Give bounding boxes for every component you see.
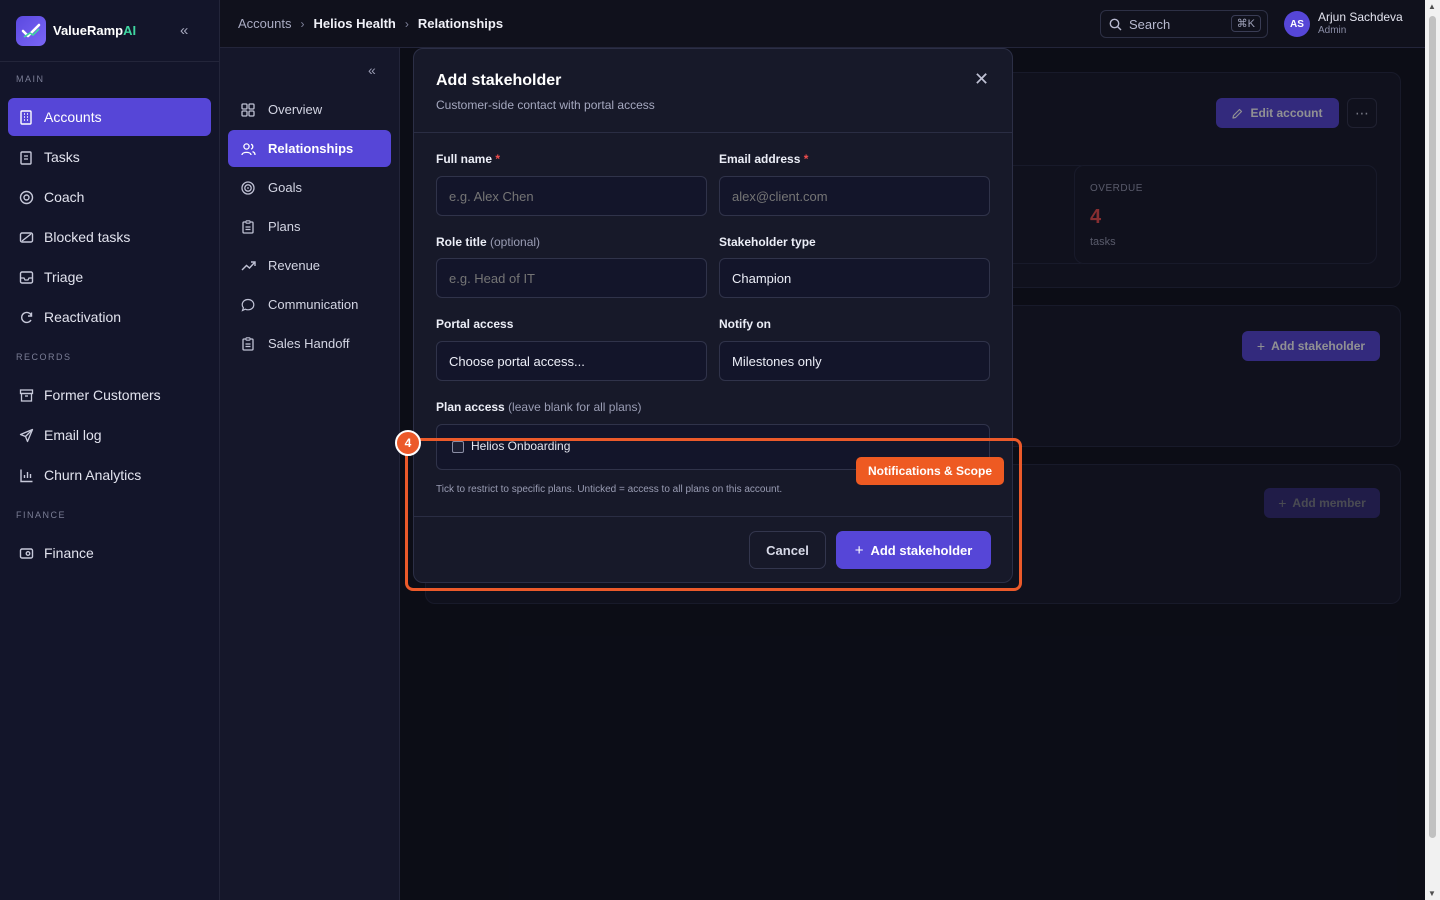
collapse-subnav-icon[interactable]: « [368,62,376,78]
scroll-up-icon[interactable]: ▲ [1428,2,1436,11]
stakeholder-type-select[interactable]: Champion [719,258,990,298]
building-icon [18,109,34,125]
target-icon [18,189,34,205]
sidebar-item-label: Accounts [44,109,102,125]
full-name-label: Full name * [436,152,501,166]
sidebar-item-label: Email log [44,427,102,443]
search-label: Search [1129,16,1171,32]
breadcrumb-accounts[interactable]: Accounts [238,16,291,31]
collapse-sidebar-icon[interactable]: « [180,22,188,39]
ban-icon [18,229,34,245]
clipboard-icon [240,336,256,352]
avatar[interactable]: AS [1284,11,1310,37]
tab-label: Communication [268,297,359,312]
sidebar-item-label: Churn Analytics [44,467,142,483]
portal-access-select[interactable]: Choose portal access... [436,341,707,381]
tab-revenue[interactable]: Revenue [228,247,391,284]
search-input[interactable]: Search ⌘K [1100,10,1268,38]
target-icon [240,180,256,196]
notify-on-label: Notify on [719,317,771,331]
breadcrumb-account[interactable]: Helios Health [313,16,395,31]
role-title-label: Role title (optional) [436,235,541,249]
tab-label: Goals [268,180,302,195]
sidebar-item-blocked-tasks[interactable]: Blocked tasks [8,218,211,256]
tab-overview[interactable]: Overview [228,91,391,128]
archive-icon [18,387,34,403]
tab-label: Relationships [268,141,354,156]
sidebar-item-finance[interactable]: Finance [8,534,211,572]
wallet-icon [18,545,34,561]
close-icon[interactable]: ✕ [974,69,989,90]
sidebar-item-email-log[interactable]: Email log [8,416,211,454]
tab-label: Revenue [268,258,321,273]
sidebar-item-label: Tasks [44,149,80,165]
modal-title: Add stakeholder [436,72,562,89]
clipboard-icon [18,149,34,165]
step-tag: Notifications & Scope [856,457,1004,485]
sidebar-item-coach[interactable]: Coach [8,178,211,216]
chevron-right-icon: › [404,16,409,31]
tab-communication[interactable]: Communication [228,286,391,323]
tab-label: Plans [268,219,301,234]
chevron-right-icon: › [300,16,305,31]
tab-label: Overview [268,102,323,117]
sidebar-item-label: Triage [44,269,84,285]
trending-up-icon [240,258,256,274]
users-icon [240,141,256,157]
account-subnav: « Overview Relationships Goals Plans Rev… [220,48,400,900]
inbox-icon [18,269,34,285]
topbar: Accounts › Helios Health › Relationships… [220,0,1425,48]
section-label-records: RECORDS [16,352,72,362]
grid-icon [240,102,256,118]
sidebar-item-label: Blocked tasks [44,229,131,245]
logo-icon [16,15,46,46]
send-icon [18,427,34,443]
sidebar-item-churn-analytics[interactable]: Churn Analytics [8,456,211,494]
modal-divider [414,132,1012,133]
tab-sales-handoff[interactable]: Sales Handoff [228,325,391,362]
tab-label: Sales Handoff [268,336,350,351]
breadcrumb-current: Relationships [417,16,504,31]
portal-access-label: Portal access [436,317,514,331]
sidebar-item-accounts[interactable]: Accounts [8,98,211,136]
tab-relationships[interactable]: Relationships [228,130,391,167]
sidebar-item-reactivation[interactable]: Reactivation [8,298,211,336]
full-name-field[interactable] [436,176,707,216]
sidebar-item-triage[interactable]: Triage [8,258,211,296]
sidebar-item-label: Former Customers [44,387,161,403]
scroll-down-icon[interactable]: ▼ [1428,889,1436,898]
tab-plans[interactable]: Plans [228,208,391,245]
email-field[interactable] [719,176,990,216]
main-sidebar: ValueRampAI « MAIN Accounts Tasks Coach … [0,0,220,900]
sidebar-item-tasks[interactable]: Tasks [8,138,211,176]
tab-goals[interactable]: Goals [228,169,391,206]
sidebar-item-former-customers[interactable]: Former Customers [8,376,211,414]
refresh-icon [18,309,34,325]
clipboard-icon [240,219,256,235]
search-icon [1109,18,1122,31]
message-icon [240,297,256,313]
search-shortcut: ⌘K [1230,15,1261,32]
section-label-finance: FINANCE [16,510,67,520]
role-title-field[interactable] [436,258,707,298]
section-label-main: MAIN [16,74,45,84]
sidebar-item-label: Finance [44,545,94,561]
brand-name: ValueRampAI [53,23,137,38]
stakeholder-type-label: Stakeholder type [719,235,816,249]
user-role: Admin [1318,25,1347,36]
email-label: Email address * [719,152,809,166]
modal-subtitle: Customer-side contact with portal access [436,98,655,112]
nav-section-main: MAIN Accounts Tasks Coach Blocked tasks … [0,74,219,574]
sidebar-item-label: Reactivation [44,309,122,325]
scroll-thumb[interactable] [1429,16,1436,838]
notify-on-select[interactable]: Milestones only [719,341,990,381]
chart-icon [18,467,34,483]
step-badge: 4 [395,430,421,456]
page-scrollbar[interactable]: ▲ ▼ [1425,0,1440,900]
sidebar-item-label: Coach [44,189,85,205]
plan-access-label: Plan access (leave blank for all plans) [436,400,642,414]
user-name[interactable]: Arjun Sachdeva [1318,10,1403,24]
